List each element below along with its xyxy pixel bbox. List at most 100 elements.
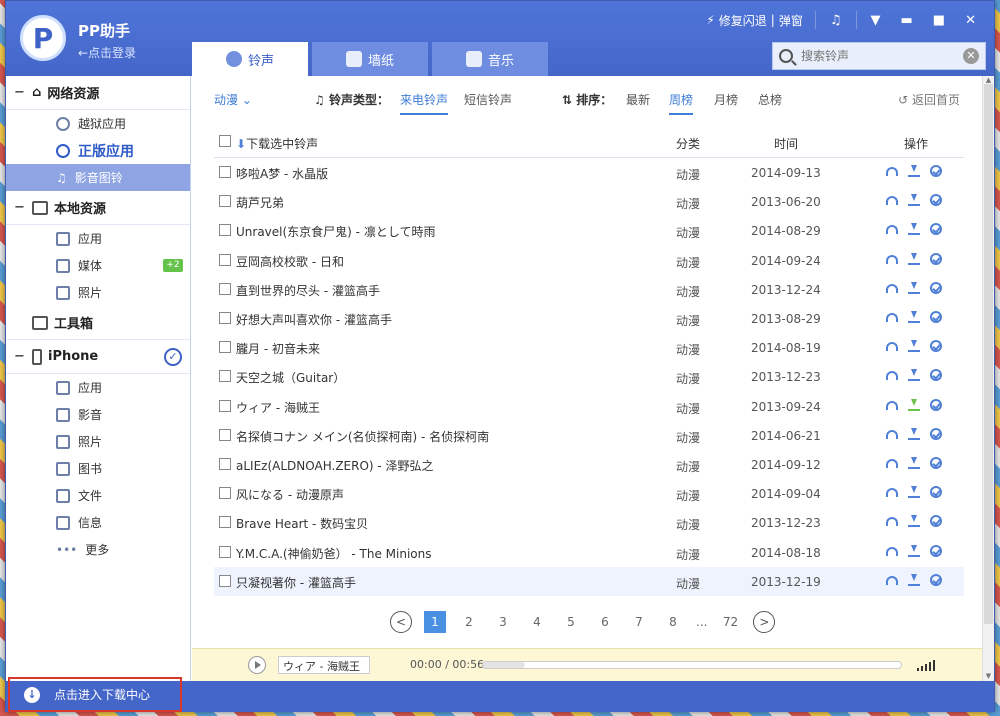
sidebar-item-device-photos[interactable]: 照片 [6,428,190,455]
headphone-icon[interactable] [886,575,898,585]
sidebar-item-local-media[interactable]: 媒体 +2 [6,252,190,279]
sidebar-item-jailbreak-apps[interactable]: 越狱应用 [6,110,190,137]
tab-ringtones[interactable]: 铃声 [192,42,308,76]
table-row[interactable]: 葫芦兄弟 动漫 2013-06-20 [214,187,964,216]
download-selected-button[interactable]: ⬇下载选中铃声 [236,135,318,152]
set-ringtone-icon[interactable] [930,340,942,353]
minimize-icon[interactable]: ▬ [891,13,923,28]
row-checkbox[interactable] [219,428,231,441]
select-all-checkbox[interactable] [219,135,231,147]
sidebar-item-device-media[interactable]: 影音 [6,401,190,428]
sort-weekly[interactable]: 周榜 [669,91,694,115]
download-icon[interactable] [908,340,920,353]
set-ringtone-icon[interactable] [930,573,942,586]
sort-newest[interactable]: 最新 [626,91,650,108]
sidebar-section-device[interactable]: − iPhone ✓ [6,340,190,374]
page-6[interactable]: 6 [594,611,616,633]
set-ringtone-icon[interactable] [930,544,942,557]
category-dropdown[interactable]: 动漫 ⌄ [214,91,252,108]
headphone-icon[interactable] [886,429,898,439]
page-5[interactable]: 5 [560,611,582,633]
download-icon[interactable] [908,457,920,469]
scrollbar-thumb[interactable] [984,84,993,624]
set-ringtone-icon[interactable] [930,369,942,382]
volume-icon[interactable] [917,659,935,671]
download-icon[interactable] [908,573,920,586]
download-icon[interactable] [908,427,920,440]
table-row[interactable]: 风になる - 动漫原声 动漫 2014-09-04 [214,479,964,508]
headphone-icon[interactable] [886,225,898,235]
back-home-link[interactable]: ↺ 返回首页 [898,91,960,108]
table-row[interactable]: 直到世界的尽头 - 灌篮高手 动漫 2013-12-24 [214,275,964,304]
sidebar-section-toolbox[interactable]: 工具箱 [6,306,190,340]
set-ringtone-icon[interactable] [930,165,942,177]
row-checkbox[interactable] [219,282,231,295]
headphone-icon[interactable] [886,488,898,498]
headphone-icon[interactable] [886,342,898,352]
table-row[interactable]: 名探偵コナン メイン(名侦探柯南) - 名侦探柯南 动漫 2014-06-21 [214,421,964,450]
row-checkbox[interactable] [219,399,231,412]
sidebar-item-device-books[interactable]: 图书 [6,455,190,482]
sidebar-item-local-photos[interactable]: 照片 [6,279,190,306]
page-7[interactable]: 7 [628,611,650,633]
download-icon[interactable] [908,369,920,382]
music-note-icon[interactable]: ♫ [820,13,852,28]
row-checkbox[interactable] [219,341,231,354]
page-4[interactable]: 4 [526,611,548,633]
set-ringtone-icon[interactable] [930,223,942,236]
sidebar-item-media-ringtones[interactable]: ♫ 影音图铃 [6,164,190,191]
download-icon[interactable] [908,252,920,265]
page-last[interactable]: 72 [719,611,741,633]
download-icon[interactable] [908,281,920,294]
set-ringtone-icon[interactable] [930,398,942,411]
row-checkbox[interactable] [219,370,231,383]
sidebar-item-device-files[interactable]: 文件 [6,482,190,509]
download-center-button[interactable]: ↓ 点击进入下载中心 [8,677,182,712]
download-icon[interactable] [908,486,920,499]
table-row[interactable]: 朧月 - 初音未来 动漫 2014-08-19 [214,333,964,362]
row-checkbox[interactable] [219,458,231,470]
sort-total[interactable]: 总榜 [758,91,782,108]
sidebar-section-local-resources[interactable]: − 本地资源 [6,191,190,225]
set-ringtone-icon[interactable] [930,194,942,207]
row-checkbox[interactable] [219,224,231,237]
set-ringtone-icon[interactable] [930,486,942,499]
table-row[interactable]: 好想大声叫喜欢你 - 灌篮高手 动漫 2013-08-29 [214,304,964,333]
table-row[interactable]: ウィア - 海贼王 动漫 2013-09-24 [214,392,964,421]
headphone-icon[interactable] [886,313,898,322]
table-row[interactable]: Y.M.C.A.(神偷奶爸） - The Minions 动漫 2014-08-18 [214,538,964,567]
set-ringtone-icon[interactable] [930,252,942,265]
download-icon[interactable] [908,311,920,323]
set-ringtone-icon[interactable] [930,427,942,440]
scroll-down-icon[interactable]: ▼ [984,672,993,681]
login-link[interactable]: ←点击登录 [78,44,136,61]
filter-call-ringtone[interactable]: 来电铃声 [400,91,449,115]
download-icon[interactable] [908,165,920,177]
table-row[interactable]: Unravel(东京食尸鬼) - 凛として時雨 动漫 2014-08-29 [214,216,964,245]
maximize-icon[interactable]: ■ [923,13,955,28]
row-checkbox[interactable] [219,516,231,529]
download-icon[interactable] [908,223,920,236]
page-2[interactable]: 2 [458,611,480,633]
download-icon[interactable] [908,515,920,528]
prev-page-button[interactable]: < [390,611,412,633]
set-ringtone-icon[interactable] [930,281,942,294]
download-icon[interactable] [908,544,920,557]
table-row[interactable]: Brave Heart - 数码宝贝 动漫 2013-12-23 [214,508,964,537]
set-ringtone-icon[interactable] [930,311,942,323]
table-row[interactable]: aLIEz(ALDNOAH.ZERO) - 泽野弘之 动漫 2014-09-12 [214,450,964,479]
row-checkbox[interactable] [219,253,231,266]
sidebar-section-net-resources[interactable]: − ⌂ 网络资源 [6,76,190,110]
headphone-icon[interactable] [886,254,898,264]
progress-bar[interactable] [482,661,902,669]
table-row[interactable]: 哆啦A梦 - 水晶版 动漫 2014-09-13 [214,158,964,187]
row-checkbox[interactable] [219,574,231,587]
row-checkbox[interactable] [219,487,231,500]
scrollbar[interactable]: ▲ ▼ [982,76,994,681]
next-page-button[interactable]: > [753,611,776,633]
page-3[interactable]: 3 [492,611,514,633]
filter-sms-ringtone[interactable]: 短信铃声 [464,91,512,108]
headphone-icon[interactable] [886,167,898,176]
clear-search-icon[interactable]: ✕ [963,48,979,64]
close-icon[interactable]: ✕ [955,13,986,28]
